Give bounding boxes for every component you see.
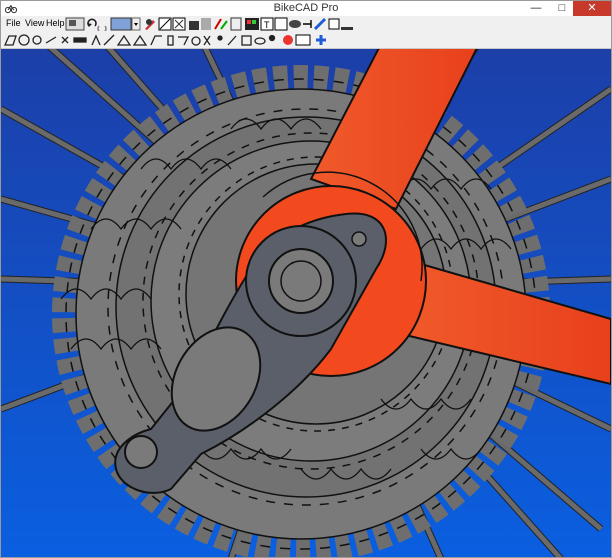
tools-icon[interactable] xyxy=(145,19,155,30)
settings-icon[interactable] xyxy=(274,17,288,31)
dropdown-icon[interactable] xyxy=(131,17,141,31)
monitor-icon[interactable] xyxy=(295,34,311,46)
toolbar-bottom-icons xyxy=(4,34,326,46)
bottle-icon[interactable] xyxy=(167,35,174,46)
fender-icon[interactable] xyxy=(150,35,162,46)
wheel-icon[interactable] xyxy=(18,34,30,46)
user-icon[interactable] xyxy=(268,34,276,42)
window-title: BikeCAD Pro xyxy=(273,2,339,14)
maximize-button[interactable]: □ xyxy=(549,1,575,16)
bike-icon[interactable] xyxy=(4,35,17,46)
fork-icon[interactable] xyxy=(103,34,115,46)
hanger-bolt-hole xyxy=(351,231,367,247)
menu-file[interactable]: File xyxy=(6,18,21,28)
rect-icon[interactable] xyxy=(241,35,252,46)
gradient-icon[interactable] xyxy=(201,18,211,30)
frame-tube-icon[interactable] xyxy=(116,34,132,46)
pump-icon[interactable] xyxy=(191,36,201,46)
toolbar-top-icons: T xyxy=(65,17,353,31)
layers-icon[interactable] xyxy=(328,18,340,30)
tape-icon[interactable] xyxy=(303,20,312,28)
frame-icon[interactable] xyxy=(158,17,172,31)
chain-icon[interactable] xyxy=(73,37,87,43)
text-icon[interactable]: T xyxy=(260,17,274,31)
bikecad-window: BikeCAD Pro — □ ✕ File View Help T xyxy=(0,0,612,558)
eye-icon[interactable] xyxy=(289,20,301,28)
redo-icon[interactable] xyxy=(97,25,107,31)
lock-icon[interactable] xyxy=(189,21,199,30)
axle-inner xyxy=(280,260,322,302)
menu-help[interactable]: Help xyxy=(46,18,65,28)
image-icon[interactable] xyxy=(110,17,132,31)
photo-icon[interactable] xyxy=(245,18,259,30)
tool-icon[interactable] xyxy=(203,35,211,46)
stem-icon[interactable] xyxy=(45,36,57,44)
toolbar-top: File View Help T xyxy=(1,16,611,32)
measure-icon[interactable] xyxy=(230,17,242,31)
toolbar-bottom xyxy=(1,32,611,49)
svg-text:T: T xyxy=(264,20,270,30)
dimension-icon[interactable] xyxy=(172,17,186,31)
crank-icon[interactable] xyxy=(61,36,69,44)
color-wheel-icon[interactable] xyxy=(283,35,293,45)
plus-icon[interactable] xyxy=(316,35,326,45)
menu-view[interactable]: View xyxy=(25,18,44,28)
paint-icon[interactable] xyxy=(341,27,353,30)
rack-icon[interactable] xyxy=(132,34,148,46)
person-icon[interactable] xyxy=(217,35,223,41)
brake-icon[interactable] xyxy=(227,35,237,46)
drawing-canvas[interactable] xyxy=(1,49,611,557)
color-icon[interactable] xyxy=(214,18,228,30)
light-icon[interactable] xyxy=(178,36,190,46)
oval-icon[interactable] xyxy=(254,37,266,45)
pencil-icon[interactable] xyxy=(313,17,327,31)
undo-icon[interactable] xyxy=(87,18,97,27)
minimize-button[interactable]: — xyxy=(523,1,549,16)
save-icon[interactable] xyxy=(65,17,85,31)
hanger-mount-hole xyxy=(124,435,158,469)
close-button[interactable]: ✕ xyxy=(573,1,611,16)
title-bar: BikeCAD Pro — □ ✕ xyxy=(1,1,611,16)
seatpost-icon[interactable] xyxy=(91,34,101,46)
hub-icon[interactable] xyxy=(32,35,42,45)
